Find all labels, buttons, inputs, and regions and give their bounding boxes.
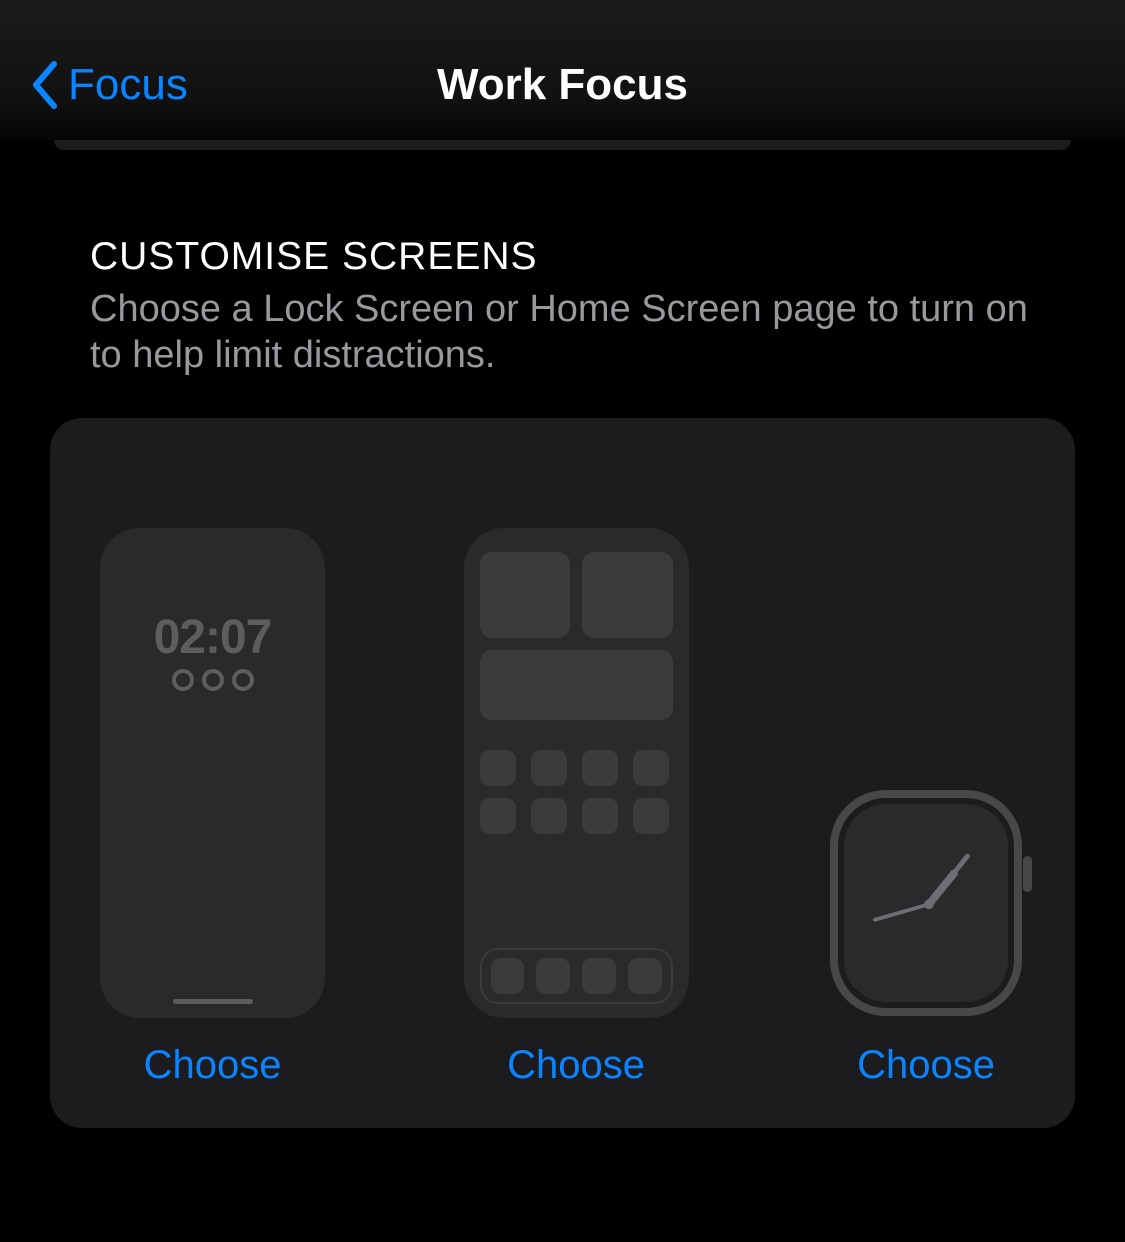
app-icon-placeholder bbox=[531, 750, 567, 786]
screen-previews-row: 02:07 Choose bbox=[100, 528, 1025, 1088]
dock-icon-placeholder bbox=[536, 958, 570, 994]
back-label: Focus bbox=[68, 60, 188, 110]
app-icon-placeholder bbox=[531, 798, 567, 834]
app-icon-placeholder bbox=[633, 750, 669, 786]
watch-body bbox=[830, 790, 1022, 1016]
page-title: Work Focus bbox=[437, 60, 688, 110]
dock-icon-placeholder bbox=[628, 958, 662, 994]
watch-crown-icon bbox=[1023, 856, 1032, 892]
app-icon-placeholder bbox=[480, 750, 516, 786]
chevron-left-icon bbox=[30, 60, 60, 110]
back-button[interactable]: Focus bbox=[30, 60, 188, 110]
dock-icon-placeholder bbox=[582, 958, 616, 994]
widget-placeholder bbox=[480, 552, 571, 638]
choose-home-screen-button[interactable]: Choose bbox=[507, 1043, 645, 1088]
section-title: CUSTOMISE SCREENS bbox=[90, 235, 1035, 279]
app-icon-placeholder bbox=[582, 798, 618, 834]
lock-screen-preview[interactable]: 02:07 bbox=[100, 528, 325, 1018]
circle-icon bbox=[172, 669, 194, 691]
nav-header: Focus Work Focus bbox=[0, 0, 1125, 140]
customise-screens-card: 02:07 Choose bbox=[50, 418, 1075, 1128]
section-intro: CUSTOMISE SCREENS Choose a Lock Screen o… bbox=[50, 235, 1075, 378]
watch-hands-icon bbox=[844, 804, 1008, 997]
circle-icon bbox=[202, 669, 224, 691]
app-icon-placeholder bbox=[480, 798, 516, 834]
widget-row bbox=[480, 552, 673, 638]
app-icon-placeholder bbox=[582, 750, 618, 786]
app-icon-placeholder bbox=[633, 798, 669, 834]
app-icon-grid bbox=[480, 750, 673, 834]
choose-watch-face-button[interactable]: Choose bbox=[857, 1043, 995, 1088]
home-screen-preview[interactable] bbox=[464, 528, 689, 1018]
lock-screen-complication-dots bbox=[100, 669, 325, 691]
previous-card-edge bbox=[54, 140, 1071, 150]
watch-face bbox=[844, 804, 1008, 1002]
widget-placeholder bbox=[582, 552, 673, 638]
section-description: Choose a Lock Screen or Home Screen page… bbox=[90, 287, 1035, 378]
home-indicator-icon bbox=[173, 999, 253, 1004]
watch-face-preview[interactable] bbox=[827, 788, 1025, 1018]
content-area: CUSTOMISE SCREENS Choose a Lock Screen o… bbox=[0, 140, 1125, 1128]
dock-icon-placeholder bbox=[491, 958, 525, 994]
lock-screen-column: 02:07 Choose bbox=[100, 528, 325, 1088]
home-screen-column: Choose bbox=[464, 528, 689, 1088]
choose-lock-screen-button[interactable]: Choose bbox=[144, 1043, 282, 1088]
widget-placeholder-wide bbox=[480, 650, 673, 720]
lock-screen-time: 02:07 bbox=[100, 610, 325, 665]
watch-face-column: Choose bbox=[827, 788, 1025, 1088]
dock bbox=[480, 948, 673, 1004]
circle-icon bbox=[232, 669, 254, 691]
